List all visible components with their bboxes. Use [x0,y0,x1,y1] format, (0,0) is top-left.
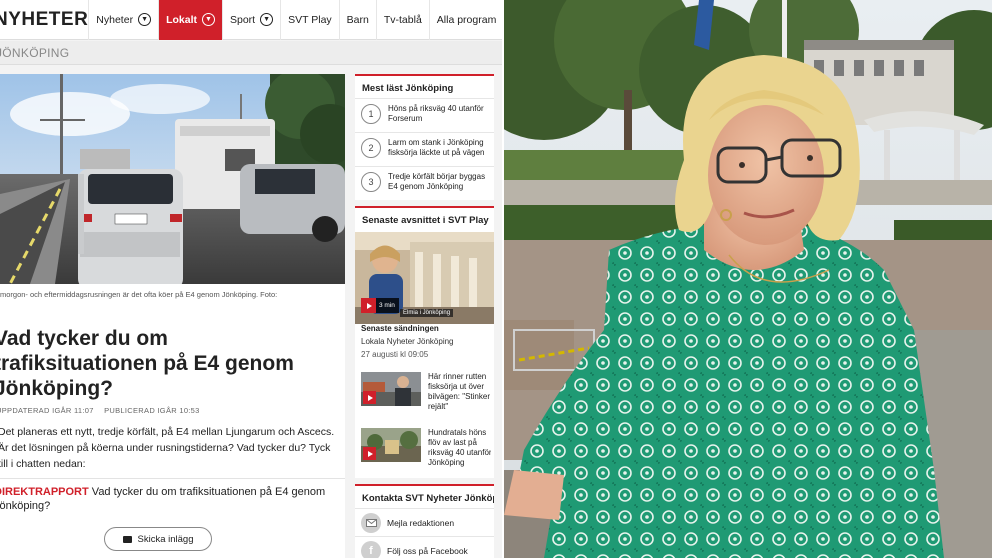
text-line: Forserum [388,114,423,123]
nav-item-lokalt[interactable]: Lokalt ▼ [158,0,222,40]
facebook-link[interactable]: f Följ oss på Facebook [355,536,494,558]
latest-broadcast-label: Senaste sändningen [361,324,439,333]
brand-logo[interactable]: NYHETER [0,9,88,31]
text-line: Tredje körfält börjar byggas [388,172,486,181]
nav-item-nyheter[interactable]: Nyheter ▼ [88,0,158,40]
most-read-text: Larm om stank i Jönköping fisksörja läckt… [388,138,485,158]
email-newsroom-link[interactable]: Mejla redaktionen [355,508,494,536]
nav-label: Lokalt [166,13,197,26]
nav-item-tv-tabla[interactable]: Tv-tablå [375,0,429,40]
nav-item-svt-play[interactable]: SVT Play [280,0,339,40]
clip-thumbnail [361,428,421,462]
published-time: PUBLICERAD IGÅR 10:53 [104,406,200,415]
text-line: fisksörja läckte ut på vägen [388,148,485,157]
rank-number: 1 [361,104,381,124]
text-line: riksväg 40 utanför [428,448,491,457]
most-read-title: Mest läst Jönköping [355,74,494,98]
most-read-text: Tredje körfält börjar byggas E4 genom Jön… [388,172,485,192]
headline-line: Vad tycker du om [0,327,168,350]
clip-title: Här rinner rutten fisksörja ut över bilv… [428,372,490,412]
article-headline[interactable]: Vad tycker du om trafiksituationen på E4… [0,326,339,401]
nav-label: Barn [346,13,369,26]
brand-logo-text: NYHETER [0,8,89,30]
live-report-heading: DIREKTRAPPORT Vad tycker du om trafiksit… [0,485,339,513]
text-line: Höns på riksväg 40 utanför [388,104,484,113]
chevron-down-icon: ▼ [260,13,274,26]
contact-box: Kontakta SVT Nyheter Jönköping Mejla red… [355,484,494,558]
clip-thumbnail [361,372,421,406]
nav-label: Alla program [436,13,497,26]
contact-title: Kontakta SVT Nyheter Jönköping [355,484,494,508]
news-page-screenshot: NYHETER Nyheter ▼ Lokalt ▼ Sport ▼ SVT Play… [0,0,502,558]
latest-broadcast-show[interactable]: Lokala Nyheter Jönköping [361,337,454,346]
play-icon [361,298,376,313]
article-photo-traffic[interactable] [0,74,345,284]
latest-episode-title: Senaste avsnittet i SVT Play [355,206,494,230]
video-duration-badge: 3 min [361,298,399,313]
text-line: Larm om stank i Jönköping [388,138,484,147]
chat-icon [122,535,132,543]
nav-item-alla-program[interactable]: Alla program [428,0,502,40]
rank-number: 2 [361,138,381,158]
live-report-tag: DIREKTRAPPORT [0,486,89,498]
facebook-icon: f [361,540,381,558]
most-read-item[interactable]: 2 Larm om stank i Jönköping fisksörja läc… [355,132,494,166]
portrait-photo [504,0,992,558]
nav-label: SVT Play [288,13,332,26]
send-post-button[interactable]: Skicka inlägg [104,527,212,551]
live-report-box: DIREKTRAPPORT Vad tycker du om trafiksit… [0,478,345,558]
headline-line: Jönköping? [0,377,113,400]
region-label[interactable]: JÖNKÖPING [0,46,69,60]
email-newsroom-label: Mejla redaktionen [387,517,455,528]
most-read-item[interactable]: 1 Höns på riksväg 40 utanför Forserum [355,98,494,132]
clip-title: Hundratals höns flöv av last på riksväg … [428,428,491,468]
photo-caption: morgon- och eftermiddagsrusningen är det… [0,290,278,299]
nav-label: Nyheter [96,13,134,26]
text-line: flöv av last på [428,438,477,447]
top-navigation: NYHETER Nyheter ▼ Lokalt ▼ Sport ▼ SVT Play… [0,0,502,40]
video-clip-item[interactable]: Här rinner rutten fisksörja ut över bilv… [361,372,491,412]
region-breadcrumb: JÖNKÖPING [0,41,502,65]
most-read-item[interactable]: 3 Tredje körfält börjar byggas E4 genom J… [355,166,494,200]
play-icon [363,447,376,460]
latest-broadcast-date: 27 augusti kl 09:05 [361,350,429,359]
nav-label: Sport [229,13,256,26]
text-line: Jönköping [428,458,465,467]
headline-line: trafiksituationen på E4 genom [0,352,294,375]
article-card: morgon- och eftermiddagsrusningen är det… [0,74,345,478]
text-line: Hundratals höns [428,428,487,437]
text-line: bilvägen: "Stinker [428,392,490,401]
mail-icon-graphic [365,518,377,527]
text-line: fisksörja ut över [428,382,485,391]
video-location-label: Elmia i Jönköping [400,309,454,317]
facebook-label: Följ oss på Facebook [387,545,468,556]
latest-episode-box: Senaste avsnittet i SVT Play 3 min Elmia… [355,206,494,478]
nav-label: Tv-tablå [383,13,422,26]
chevron-down-icon: ▼ [201,13,215,26]
nav-item-sport[interactable]: Sport ▼ [221,0,280,40]
most-read-box: Mest läst Jönköping 1 Höns på riksväg 40… [355,74,494,200]
traffic-photo-graphic [0,74,345,284]
chevron-down-icon: ▼ [138,13,152,26]
mail-icon [361,512,381,533]
rank-number: 3 [361,172,381,192]
most-read-text: Höns på riksväg 40 utanför Forserum [388,104,484,124]
updated-time: UPPDATERAD IGÅR 11:07 [0,406,94,415]
video-duration: 3 min [379,302,395,309]
video-clip-item[interactable]: Hundratals höns flöv av last på riksväg … [361,428,491,468]
portrait-photo-graphic [504,0,992,558]
text-line: rejält" [428,402,449,411]
article-dates: UPPDATERAD IGÅR 11:07 PUBLICERAD IGÅR 10… [0,406,200,415]
nav-item-barn[interactable]: Barn [338,0,376,40]
send-post-label: Skicka inlägg [137,533,194,545]
text-line: E4 genom Jönköping [388,182,464,191]
play-icon [363,391,376,404]
episode-video-thumbnail[interactable]: 3 min Elmia i Jönköping [355,232,494,324]
text-line: Här rinner rutten [428,372,487,381]
article-lead: Det planeras ett nytt, tredje körfält, p… [0,426,335,470]
